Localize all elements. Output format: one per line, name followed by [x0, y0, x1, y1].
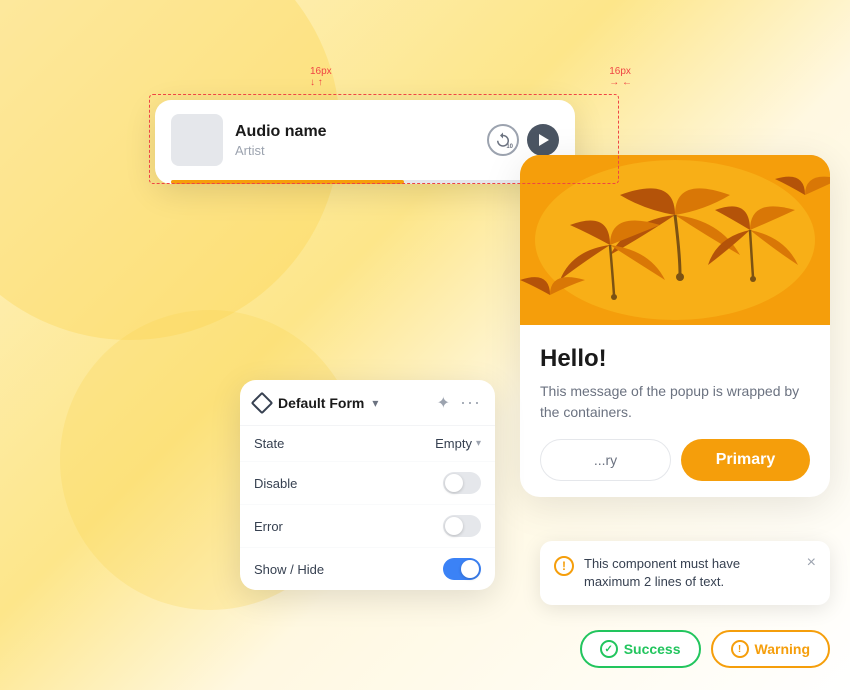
props-header-right: ✦ ···	[437, 392, 481, 413]
warning-icon: !	[554, 556, 574, 576]
error-toggle[interactable]	[443, 515, 481, 537]
chevron-down-icon: ▾	[372, 396, 378, 410]
state-label: State	[254, 436, 284, 451]
status-badges: ✓ Success ! Warning	[580, 630, 830, 668]
audio-progress-bar[interactable]	[171, 180, 559, 184]
move-icon[interactable]: ✦	[437, 393, 450, 413]
properties-panel: Default Form ▾ ✦ ··· State Empty ▾ Disab…	[240, 380, 495, 590]
primary-button[interactable]: Primary	[681, 439, 810, 481]
props-title: Default Form	[278, 395, 364, 411]
state-value: Empty	[435, 436, 472, 451]
secondary-button[interactable]: ...ry	[540, 439, 671, 481]
warning-badge-icon: !	[731, 640, 749, 658]
disable-row: Disable	[240, 462, 495, 505]
play-button[interactable]	[527, 124, 559, 156]
props-header: Default Form ▾ ✦ ···	[240, 380, 495, 426]
audio-progress-fill	[171, 180, 404, 184]
toast-message: This component must have maximum 2 lines…	[584, 555, 797, 591]
popup-buttons: ...ry Primary	[540, 439, 810, 481]
success-label: Success	[624, 641, 681, 657]
success-icon: ✓	[600, 640, 618, 658]
show-hide-row: Show / Hide	[240, 548, 495, 590]
audio-info: Audio name Artist	[235, 123, 475, 158]
popup-illustration	[520, 155, 830, 325]
popup-title: Hello!	[540, 345, 810, 373]
replay-button[interactable]: 10	[487, 124, 519, 156]
annotation-16px-top: 16px ↓ ↑	[310, 66, 332, 88]
disable-label: Disable	[254, 476, 297, 491]
audio-thumbnail	[171, 114, 223, 166]
state-chevron-icon: ▾	[476, 438, 481, 449]
show-hide-toggle[interactable]	[443, 558, 481, 580]
popup-body: Hello! This message of the popup is wrap…	[520, 325, 830, 497]
toast-notification: ! This component must have maximum 2 lin…	[540, 541, 830, 605]
warning-label: Warning	[755, 641, 810, 657]
error-row: Error	[240, 505, 495, 548]
audio-card: Audio name Artist 10	[155, 100, 575, 184]
state-value-container[interactable]: Empty ▾	[435, 436, 481, 451]
toast-close-button[interactable]: ×	[807, 555, 816, 571]
disable-toggle[interactable]	[443, 472, 481, 494]
audio-artist: Artist	[235, 143, 475, 158]
success-badge[interactable]: ✓ Success	[580, 630, 701, 668]
annotation-16px-right: 16px → ←	[609, 66, 632, 88]
content-area: 16px ↓ ↑ 16px → ← 8px↑ 16px↑ Audio name …	[0, 0, 850, 690]
popup-card: Hello! This message of the popup is wrap…	[520, 155, 830, 497]
popup-text: This message of the popup is wrapped by …	[540, 381, 810, 423]
show-hide-label: Show / Hide	[254, 562, 324, 577]
warning-badge[interactable]: ! Warning	[711, 630, 830, 668]
popup-image	[520, 155, 830, 325]
more-icon[interactable]: ···	[460, 392, 481, 413]
state-row: State Empty ▾	[240, 426, 495, 462]
error-label: Error	[254, 519, 283, 534]
props-header-left: Default Form ▾	[254, 395, 378, 411]
audio-title: Audio name	[235, 123, 475, 141]
audio-controls: 10	[487, 124, 559, 156]
diamond-icon	[251, 391, 274, 414]
